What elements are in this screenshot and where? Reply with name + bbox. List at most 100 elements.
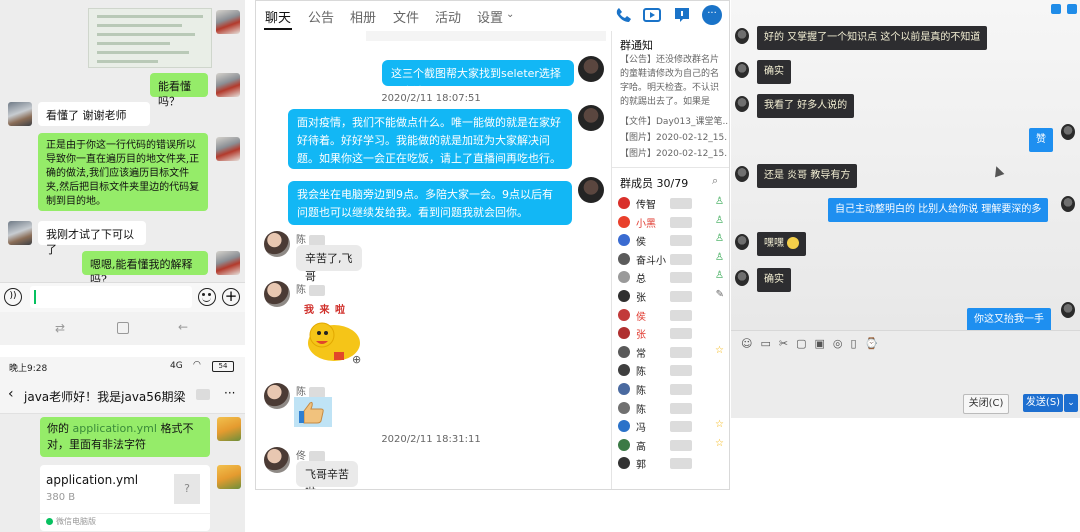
member-avatar [618,308,630,321]
avatar[interactable] [735,166,749,182]
avatar[interactable] [264,281,290,307]
back-icon[interactable]: ← [178,320,188,334]
member-name: 陈 [636,386,646,397]
member-item[interactable]: 陈 [618,381,726,398]
phone-icon[interactable] [1051,4,1061,14]
avatar[interactable] [264,383,290,409]
star-icon: ☆ [715,344,724,356]
avatar[interactable] [8,102,32,126]
emoji-icon[interactable] [198,288,216,306]
tab-activity[interactable]: 活动 [435,7,461,26]
avatar[interactable] [216,251,240,275]
close-button[interactable]: 关闭(C) [963,394,1009,414]
notice-item[interactable]: 【图片】2020-02-12_15... [620,131,728,145]
sender-name: 陈 [296,231,326,246]
send-button[interactable]: 发送(S) [1023,394,1063,412]
avatar[interactable] [217,417,241,441]
star-icon: ☆ [715,419,724,431]
screenshot-image-message[interactable] [88,8,212,68]
avatar[interactable] [1061,302,1075,318]
member-item[interactable]: 冯 ☆ [618,418,726,435]
back-icon[interactable]: ‹ [8,386,14,402]
tab-chat[interactable]: 聊天 [265,7,291,26]
group-tabs: 聊天 公告 相册 文件 活动 设置 ⌄ ··· [256,1,729,31]
chevron-down-icon[interactable]: ⌄ [506,9,514,20]
chat-header: ‹ java老师好！我是java56期梁 ··· [0,377,245,414]
member-avatar [618,327,630,340]
plus-icon[interactable]: + [222,288,240,306]
avatar[interactable] [735,62,749,78]
message-input[interactable] [30,286,192,308]
qq-group-chat-window: 聊天 公告 相册 文件 活动 设置 ⌄ ··· 这三个截图帮大家找到selete… [255,0,730,490]
message-bubble: 你的 application.yml 格式不对，里面有非法字符 [40,417,210,457]
avatar[interactable] [735,270,749,286]
chevron-down-icon[interactable]: ⌄ [1064,394,1078,412]
toolbar-icons[interactable]: ☺▭✂▢▣◎▯⌚ [741,337,886,350]
file-name: application.yml [46,473,139,487]
avatar[interactable] [578,177,604,203]
member-name: 常 [636,348,646,360]
member-item[interactable]: 总 ♙ [618,269,726,286]
thumbs-up-sticker[interactable] [294,397,332,427]
member-name: 陈 [636,404,646,416]
avatar[interactable] [216,73,240,97]
switch-icon[interactable]: ⇄ [55,321,65,335]
message-bubble: 好的 又掌握了一个知识点 这个以前是真的不知道 [757,26,988,50]
home-icon[interactable] [117,322,129,334]
zoom-icon[interactable]: ⊕ [352,353,361,366]
avatar[interactable] [216,10,240,34]
phone-icon[interactable] [613,5,633,25]
search-icon[interactable]: ⌕ [712,174,718,188]
avatar[interactable] [217,465,241,489]
member-item[interactable]: 张 [618,325,726,342]
avatar[interactable] [735,234,749,250]
member-item[interactable]: 张 ✎ [618,288,726,305]
notice-text[interactable]: 【公告】还没修改群名片的童鞋请修改为自己的名字哈。明天检查。不认识的就踢出去了。… [620,53,726,109]
member-item[interactable]: 陈 [618,400,726,417]
avatar[interactable] [8,221,32,245]
avatar[interactable] [578,105,604,131]
tab-album[interactable]: 相册 [350,7,376,26]
avatar[interactable] [1061,196,1075,212]
admin-icon: ♙ [715,196,724,207]
avatar[interactable] [735,28,749,44]
tab-announcement[interactable]: 公告 [308,7,334,26]
member-item[interactable]: 郭 [618,455,726,472]
member-name: 陈 [636,367,646,379]
member-item[interactable]: 常 ☆ [618,344,726,361]
avatar[interactable] [735,96,749,112]
member-item[interactable]: 传智 ♙ [618,195,726,212]
previous-image-edge [366,31,606,41]
screen-share-icon[interactable] [672,5,692,25]
message-input-bar: )) + [0,282,245,313]
file-source: 微信电脑版 [56,517,96,526]
member-item[interactable]: 陈 [618,362,726,379]
message-bubble: 我刚才试了下可以了 [38,221,146,256]
avatar[interactable] [1061,124,1075,140]
admin-icon: ♙ [715,214,724,226]
wechat-icon [46,518,53,525]
file-message-card[interactable]: application.yml 380 B ? 微信电脑版 [40,465,210,531]
member-item[interactable]: 侯 [618,307,726,324]
notice-item[interactable]: 【图片】2020-02-12_15... [620,147,728,161]
video-icon[interactable] [642,5,662,25]
video-icon[interactable] [1067,4,1077,14]
avatar[interactable] [264,231,290,257]
sender-name: 佟 [296,447,326,462]
avatar[interactable] [578,56,604,82]
status-bar: 晚上9:28 4G ◠ 54 [0,357,245,377]
tab-files[interactable]: 文件 [393,7,419,26]
member-item[interactable]: 侯 ♙ [618,232,726,249]
more-icon[interactable]: ··· [224,386,235,400]
avatar[interactable] [216,137,240,161]
member-item[interactable]: 小黑 ♙ [618,214,726,231]
message-bubble: 正是由于你这一行代码的错误所以导致你一直在遍历目的地文件夹,正确的做法,我们应该… [38,133,208,211]
voice-icon[interactable]: )) [4,288,22,306]
member-item[interactable]: 奋斗小 ♙ [618,251,726,268]
notice-item[interactable]: 【文件】Day013_课堂笔... [620,115,728,129]
avatar[interactable] [264,447,290,473]
file-name-link[interactable]: application.yml [73,422,157,435]
more-icon[interactable]: ··· [702,5,722,25]
tab-settings[interactable]: 设置 [477,7,503,26]
member-item[interactable]: 高 ☆ [618,437,726,454]
